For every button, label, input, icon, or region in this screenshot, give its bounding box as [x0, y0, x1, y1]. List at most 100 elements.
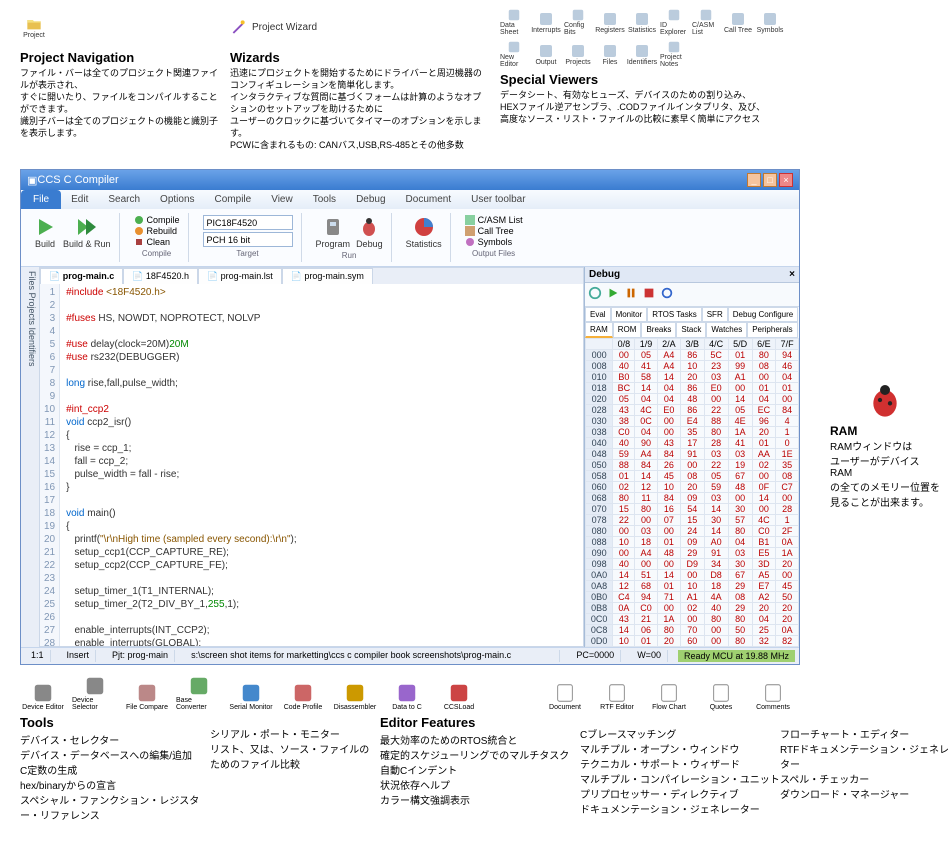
- wizard-icon[interactable]: Project Wizard: [230, 13, 317, 41]
- tool-device-selector[interactable]: Device Selector: [72, 675, 118, 711]
- target-pch-combo[interactable]: [203, 232, 293, 247]
- close-button[interactable]: ×: [779, 173, 793, 187]
- debug-tab-peripherals[interactable]: Peripherals: [747, 322, 797, 338]
- viewer-identifiers[interactable]: Identifiers: [628, 40, 656, 68]
- w-value: W=00: [631, 650, 668, 662]
- maximize-button[interactable]: □: [763, 173, 777, 187]
- editor-tool-flow-chart[interactable]: Flow Chart: [646, 682, 692, 711]
- debug-run-icon[interactable]: [606, 286, 620, 303]
- debug-button[interactable]: Debug: [356, 215, 383, 249]
- tool-base-converter[interactable]: Base Converter: [176, 675, 222, 711]
- tool-file-compare[interactable]: File Compare: [124, 682, 170, 711]
- symbols-button[interactable]: Symbols: [465, 237, 523, 247]
- menu-tools[interactable]: Tools: [303, 190, 346, 209]
- menu-view[interactable]: View: [261, 190, 303, 209]
- viewer-data-sheet[interactable]: Data Sheet: [500, 8, 528, 36]
- menu-file[interactable]: File: [21, 190, 61, 209]
- viewer-registers[interactable]: Registers: [596, 8, 624, 36]
- compile-button[interactable]: Compile: [134, 215, 180, 225]
- viewer-output[interactable]: Output: [532, 40, 560, 68]
- left-side-tabs[interactable]: Files Projects Identifiers: [21, 267, 39, 647]
- debug-title: Debug: [589, 269, 789, 280]
- viewer-id-explorer[interactable]: ID Explorer: [660, 8, 688, 36]
- file-tab[interactable]: 📄 prog-main.c: [40, 268, 123, 284]
- target-chip-combo[interactable]: [203, 215, 293, 230]
- call-tree-button[interactable]: Call Tree: [465, 226, 523, 236]
- minimize-button[interactable]: _: [747, 173, 761, 187]
- casm-list-button[interactable]: C/ASM List: [465, 215, 523, 225]
- viewer-c/asm-list[interactable]: C/ASM List: [692, 8, 720, 36]
- file-tab[interactable]: 📄 prog-main.lst: [198, 268, 282, 284]
- statistics-button[interactable]: Statistics: [406, 215, 442, 249]
- project-label: Pjt: prog-main: [106, 650, 175, 662]
- debug-reset-icon[interactable]: [660, 286, 674, 303]
- viewer-project-notes[interactable]: Project Notes: [660, 40, 688, 68]
- debug-tab-eval[interactable]: Eval: [585, 307, 611, 322]
- debug-tab-breaks[interactable]: Breaks: [641, 322, 676, 338]
- debug-tab-rtos-tasks[interactable]: RTOS Tasks: [647, 307, 701, 322]
- program-button[interactable]: Program: [316, 215, 351, 249]
- tool-device-editor[interactable]: Device Editor: [20, 682, 66, 711]
- project-icon[interactable]: Project: [20, 13, 48, 41]
- cursor-pos: 1:1: [25, 650, 51, 662]
- debug-tab-monitor[interactable]: Monitor: [611, 307, 648, 322]
- debug-tab-watches[interactable]: Watches: [706, 322, 747, 338]
- file-tab[interactable]: 📄 18F4520.h: [123, 268, 198, 284]
- list-item: マルチプル・コンパイレーション・ユニット: [580, 771, 780, 786]
- editor-tool-comments[interactable]: Comments: [750, 682, 796, 711]
- editor-tool-rtf-editor[interactable]: RTF Editor: [594, 682, 640, 711]
- file-tab-bar: 📄 prog-main.c📄 18F4520.h📄 prog-main.lst📄…: [40, 268, 583, 284]
- ram-table[interactable]: 0/81/92/A3/B4/C5/D6/E7/F0000005A4865C018…: [585, 338, 799, 647]
- viewer-files[interactable]: Files: [596, 40, 624, 68]
- menu-debug[interactable]: Debug: [346, 190, 395, 209]
- tool-disassembler[interactable]: Disassembler: [332, 682, 378, 711]
- menu-edit[interactable]: Edit: [61, 190, 98, 209]
- editor-tool-document[interactable]: Document: [542, 682, 588, 711]
- editor-tool-quotes[interactable]: Quotes: [698, 682, 744, 711]
- debug-tab-stack[interactable]: Stack: [676, 322, 706, 338]
- viewer-call-tree[interactable]: Call Tree: [724, 8, 752, 36]
- build-run-button[interactable]: Build & Run: [63, 215, 111, 249]
- viewer-interrupts[interactable]: Interrupts: [532, 8, 560, 36]
- debug-tab-debug-configure[interactable]: Debug Configure: [728, 307, 798, 322]
- rebuild-button[interactable]: Rebuild: [134, 226, 180, 236]
- viewer-statistics[interactable]: Statistics: [628, 8, 656, 36]
- tool-ccsload[interactable]: CCSLoad: [436, 682, 482, 711]
- menu-user toolbar[interactable]: User toolbar: [461, 190, 535, 209]
- clean-button[interactable]: Clean: [134, 237, 180, 247]
- build-button[interactable]: Build: [33, 215, 57, 249]
- ribbon: Build Build & Run Compile Rebuild Clean …: [21, 209, 799, 267]
- menu-search[interactable]: Search: [98, 190, 150, 209]
- menu-compile[interactable]: Compile: [205, 190, 262, 209]
- wizards-desc: 迅速にプロジェクトを開始するためにドライバーと周辺機器のコンフィギュレーションを…: [230, 67, 490, 151]
- list-item: hex/binaryからの宣言: [20, 777, 210, 792]
- debug-cycle-icon[interactable]: [588, 286, 602, 303]
- tool-data-to-c[interactable]: Data to C: [384, 682, 430, 711]
- debug-close-icon[interactable]: ×: [789, 269, 795, 280]
- viewer-config-bits[interactable]: Config Bits: [564, 8, 592, 36]
- viewer-symbols[interactable]: Symbols: [756, 8, 784, 36]
- tool-serial-monitor[interactable]: Serial Monitor: [228, 682, 274, 711]
- list-item: 自動Cインデント: [380, 762, 580, 777]
- file-tab[interactable]: 📄 prog-main.sym: [282, 268, 373, 284]
- pc-value: PC=0000: [570, 650, 621, 662]
- debug-pause-icon[interactable]: [624, 286, 638, 303]
- viewer-new-editor[interactable]: New Editor: [500, 40, 528, 68]
- wizards-title: Wizards: [230, 50, 490, 65]
- menu-document[interactable]: Document: [396, 190, 462, 209]
- project-nav-desc: ファイル・バーは全てのプロジェクト関連ファイルが表示され、 すぐに開いたり、ファ…: [20, 67, 220, 139]
- debug-panel: Debug× EvalMonitorRTOS TasksSFRDebug Con…: [584, 267, 799, 647]
- viewer-projects[interactable]: Projects: [564, 40, 592, 68]
- debug-tab-sfr[interactable]: SFR: [702, 307, 728, 322]
- list-item: 最大効率のためのRTOS統合と: [380, 732, 580, 747]
- debug-step-icon[interactable]: [642, 286, 656, 303]
- list-item: カラー構文強調表示: [380, 792, 580, 807]
- wizards-block: Project Wizard Wizards 迅速にプロジェクトを開始するために…: [230, 8, 490, 151]
- code-editor[interactable]: 1234567891011121314151617181920212223242…: [40, 284, 583, 646]
- debug-tab-ram[interactable]: RAM: [585, 322, 613, 338]
- debug-tab-rom[interactable]: ROM: [613, 322, 642, 338]
- menu-options[interactable]: Options: [150, 190, 204, 209]
- window-titlebar: ▣ CCS C Compiler _ □ ×: [21, 170, 799, 190]
- tool-code-profile[interactable]: Code Profile: [280, 682, 326, 711]
- list-item: RTFドキュメンテーション・ジェネレーター: [780, 741, 950, 771]
